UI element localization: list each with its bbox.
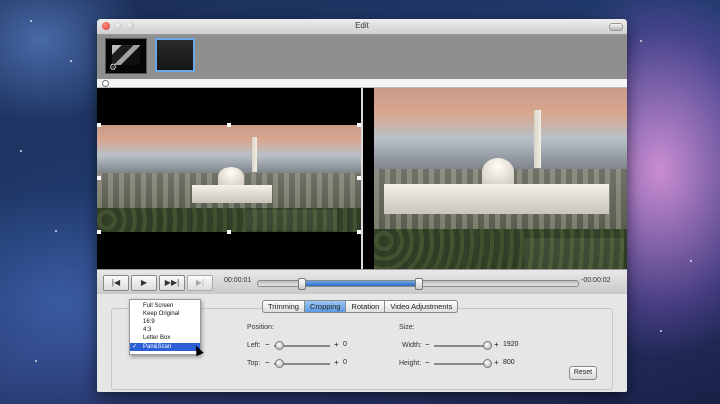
capitol-building: [384, 184, 609, 214]
star: [55, 230, 57, 232]
crop-handle[interactable]: [227, 123, 231, 127]
timeline-start-handle[interactable]: [298, 278, 306, 290]
clip-thumbnail-2[interactable]: [155, 38, 195, 72]
capitol-dome: [482, 158, 514, 186]
minus-icon: −: [265, 340, 270, 349]
preview-divider: [361, 88, 363, 269]
radio-indicator-icon[interactable]: [102, 80, 109, 87]
height-value: 800: [503, 359, 515, 366]
original-preview[interactable]: [97, 125, 361, 232]
slider-rail: [434, 345, 490, 347]
star: [640, 40, 642, 42]
menu-item-keep-original[interactable]: Keep Original: [130, 310, 200, 318]
star: [660, 330, 662, 332]
minus-icon: −: [425, 358, 430, 367]
title-bar: Edit: [97, 19, 627, 35]
tab-bar: Trimming Cropping Rotation Video Adjustm…: [262, 300, 459, 313]
clip-thumbnail-strip: ⚙: [97, 35, 627, 79]
output-preview: [374, 88, 627, 269]
menu-item-pan-scan[interactable]: ✓ Pan&Scan: [130, 343, 200, 351]
star: [70, 60, 72, 62]
crop-handle[interactable]: [97, 230, 101, 234]
trees: [374, 229, 627, 269]
crop-handle[interactable]: [97, 123, 101, 127]
monument: [252, 137, 257, 172]
window-title: Edit: [355, 21, 369, 30]
next-frame-button[interactable]: ▶|: [187, 275, 213, 291]
top-value: 0: [343, 359, 347, 366]
menu-item-letter-box[interactable]: Letter Box: [130, 334, 200, 342]
crop-mode-menu: Full Screen Keep Original 16:9 4:3 Lette…: [129, 299, 201, 355]
star: [20, 150, 22, 152]
reset-button[interactable]: Reset: [569, 366, 597, 380]
slider-knob[interactable]: [275, 359, 284, 368]
gear-icon: ⚙: [109, 62, 118, 72]
timeline-slider[interactable]: [257, 278, 579, 290]
height-label: Height:: [399, 360, 422, 367]
slider-knob[interactable]: [483, 341, 492, 350]
timeline-progress: [301, 281, 418, 286]
plus-icon: +: [494, 358, 499, 367]
top-label: Top:: [247, 360, 261, 367]
crop-handle[interactable]: [97, 176, 101, 180]
tab-video-adjustments[interactable]: Video Adjustments: [385, 300, 459, 313]
left-label: Left:: [247, 342, 261, 349]
tab-cropping[interactable]: Cropping: [304, 300, 347, 313]
menu-item-label: Pan&Scan: [143, 344, 172, 350]
toolbar-toggle-button[interactable]: [609, 23, 623, 31]
height-slider[interactable]: − + 800: [425, 358, 535, 370]
star: [690, 260, 692, 262]
left-value: 0: [343, 341, 347, 348]
current-time: 00:00:01: [224, 277, 252, 284]
slider-rail: [434, 363, 490, 365]
plus-icon: +: [494, 340, 499, 349]
top-slider[interactable]: − + 0: [265, 358, 365, 370]
minus-icon: −: [425, 340, 430, 349]
star: [30, 20, 32, 22]
menu-item-full-screen[interactable]: Full Screen: [130, 302, 200, 310]
slider-knob[interactable]: [483, 359, 492, 368]
width-label: Width:: [402, 342, 422, 349]
width-value: 1920: [503, 341, 519, 348]
clip-thumbnail-1[interactable]: ⚙: [105, 38, 147, 74]
plus-icon: +: [334, 340, 339, 349]
preview-stage: [97, 88, 627, 269]
minus-icon: −: [265, 358, 270, 367]
skip-forward-button[interactable]: ▶▶|: [159, 275, 185, 291]
capitol-dome: [218, 167, 244, 187]
size-title: Size:: [399, 324, 415, 331]
slider-knob[interactable]: [275, 341, 284, 350]
width-slider[interactable]: − + 1920: [425, 340, 535, 352]
position-title: Position:: [247, 324, 274, 331]
timeline-end-handle[interactable]: [415, 278, 423, 290]
playback-controls: |◀ ▶ ▶▶| ▶| 00:00:01 -00:00:02: [97, 269, 627, 295]
play-button[interactable]: ▶: [131, 275, 157, 291]
crop-handle[interactable]: [227, 230, 231, 234]
capitol-building: [192, 185, 272, 203]
trees: [97, 208, 361, 232]
star: [35, 360, 37, 362]
preview-header-bar: [97, 79, 627, 88]
plus-icon: +: [334, 358, 339, 367]
end-time: -00:00:02: [581, 277, 611, 284]
skip-back-button[interactable]: |◀: [103, 275, 129, 291]
monument: [534, 110, 541, 168]
menu-item-4-3[interactable]: 4:3: [130, 326, 200, 334]
menu-item-16-9[interactable]: 16:9: [130, 318, 200, 326]
tab-trimming[interactable]: Trimming: [262, 300, 305, 313]
left-slider[interactable]: − + 0: [265, 340, 365, 352]
checkmark-icon: ✓: [132, 344, 138, 350]
tab-rotation[interactable]: Rotation: [346, 300, 386, 313]
